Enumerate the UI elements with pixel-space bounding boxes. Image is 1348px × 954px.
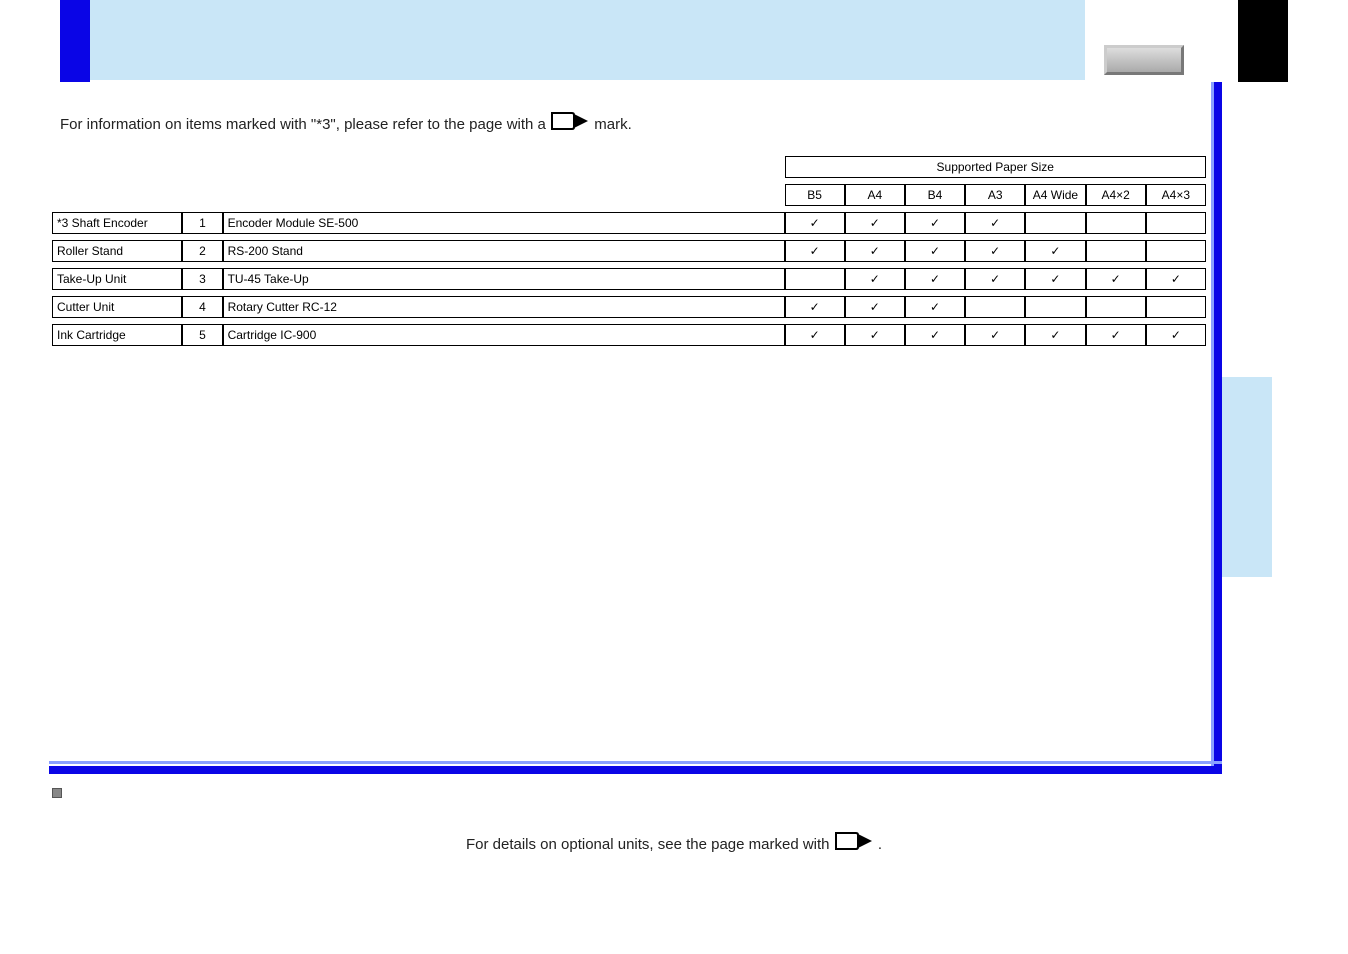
table-col-size: A3 (965, 184, 1025, 206)
table-cell-no: 3 (182, 268, 222, 290)
table-col-size: A4 Wide (1025, 184, 1085, 206)
table-cell-item: Take-Up Unit (52, 268, 182, 290)
table-header-row-2: B5 A4 B4 A3 A4 Wide A4×2 A4×3 (52, 184, 1206, 206)
table-cell-size (785, 268, 845, 290)
table-cell-size: ✓ (845, 296, 905, 318)
table-cell-size (1025, 212, 1085, 234)
table-cell-size: ✓ (1086, 268, 1146, 290)
header-gray-button[interactable] (1104, 45, 1184, 75)
page-reference-icon (550, 110, 590, 136)
intro-text-after: mark. (594, 116, 632, 133)
table-cell-no: 2 (182, 240, 222, 262)
frame-rail-right (1214, 82, 1222, 772)
table-cell-no: 4 (182, 296, 222, 318)
table-cell-size (1025, 296, 1085, 318)
table-col-size: A4×2 (1086, 184, 1146, 206)
table-cell-size: ✓ (905, 212, 965, 234)
table-cell-size: ✓ (785, 240, 845, 262)
table-cell-name: Cartridge IC-900 (223, 324, 785, 346)
table-cell-size: ✓ (785, 324, 845, 346)
table-row: Take-Up Unit3TU-45 Take-Up✓✓✓✓✓✓ (52, 268, 1206, 290)
table-cell-size (1146, 296, 1206, 318)
table-cell-size: ✓ (905, 296, 965, 318)
table-cell-size: ✓ (1146, 268, 1206, 290)
frame-rail-bottom (49, 766, 1222, 774)
table-row: Roller Stand2RS-200 Stand✓✓✓✓✓ (52, 240, 1206, 262)
table-body: *3 Shaft Encoder1Encoder Module SE-500✓✓… (52, 212, 1206, 346)
table-cell-size (965, 296, 1025, 318)
table-cell-size: ✓ (845, 324, 905, 346)
table-cell-name: TU-45 Take-Up (223, 268, 785, 290)
page-number-marker (52, 788, 62, 798)
intro-text-a: a (538, 116, 551, 133)
left-blue-bar (60, 0, 90, 82)
table-row: *3 Shaft Encoder1Encoder Module SE-500✓✓… (52, 212, 1206, 234)
table-col-size: A4 (845, 184, 905, 206)
table-cell-item: Ink Cartridge (52, 324, 182, 346)
table-cell-size: ✓ (905, 324, 965, 346)
thumb-index-tab (1222, 377, 1272, 577)
table-cell-size: ✓ (965, 212, 1025, 234)
table-head-empty (52, 156, 182, 178)
table-cell-size: ✓ (1086, 324, 1146, 346)
table-header-row-1: Supported Paper Size (52, 156, 1206, 178)
table-cell-size: ✓ (965, 268, 1025, 290)
table-cell-name: Rotary Cutter RC-12 (223, 296, 785, 318)
table-cell-size (1086, 296, 1146, 318)
footer-text-after: . (878, 836, 882, 853)
frame-rail-bottom-highlight (49, 761, 1222, 764)
options-table: Supported Paper Size B5 A4 B4 A3 A4 Wide… (52, 150, 1206, 352)
table-cell-no: 5 (182, 324, 222, 346)
table-head-empty (182, 156, 222, 178)
table-row: Ink Cartridge5Cartridge IC-900✓✓✓✓✓✓✓ (52, 324, 1206, 346)
table-head-empty (52, 184, 182, 206)
table-cell-size: ✓ (785, 212, 845, 234)
page-reference-icon (834, 830, 874, 856)
table-cell-size (1086, 240, 1146, 262)
table-cell-size: ✓ (1025, 268, 1085, 290)
table-cell-size: ✓ (785, 296, 845, 318)
table-head-empty (223, 156, 785, 178)
header-band (90, 0, 1085, 80)
table-cell-size: ✓ (845, 240, 905, 262)
table-cell-size: ✓ (1146, 324, 1206, 346)
table-cell-size: ✓ (1025, 240, 1085, 262)
intro-text-line: For information on items marked with "*3… (60, 110, 960, 136)
table-head-empty (223, 184, 785, 206)
table-row: Cutter Unit4Rotary Cutter RC-12✓✓✓ (52, 296, 1206, 318)
table-cell-item: *3 Shaft Encoder (52, 212, 182, 234)
table-col-size: A4×3 (1146, 184, 1206, 206)
table-cell-size: ✓ (905, 268, 965, 290)
table-head-empty (182, 184, 222, 206)
footer-reference-line: For details on optional units, see the p… (0, 830, 1348, 856)
table-cell-size: ✓ (965, 324, 1025, 346)
table-cell-size: ✓ (1025, 324, 1085, 346)
footer-text-before: For details on optional units, see the p… (466, 836, 834, 853)
table-cell-no: 1 (182, 212, 222, 234)
table-cell-name: RS-200 Stand (223, 240, 785, 262)
table-cell-size: ✓ (905, 240, 965, 262)
right-black-block (1238, 0, 1288, 82)
table-cell-size (1146, 212, 1206, 234)
table-col-size: B5 (785, 184, 845, 206)
frame-rail-right-highlight (1211, 82, 1214, 772)
table-cell-size: ✓ (965, 240, 1025, 262)
table-col-size: B4 (905, 184, 965, 206)
table-cell-size (1086, 212, 1146, 234)
table-cell-size: ✓ (845, 212, 905, 234)
table-cell-name: Encoder Module SE-500 (223, 212, 785, 234)
table-cell-size: ✓ (845, 268, 905, 290)
table-cell-size (1146, 240, 1206, 262)
table-cell-item: Cutter Unit (52, 296, 182, 318)
table-cell-item: Roller Stand (52, 240, 182, 262)
table-group-header: Supported Paper Size (785, 156, 1207, 178)
intro-text-prefix: For information on items marked with "*3… (60, 116, 538, 133)
